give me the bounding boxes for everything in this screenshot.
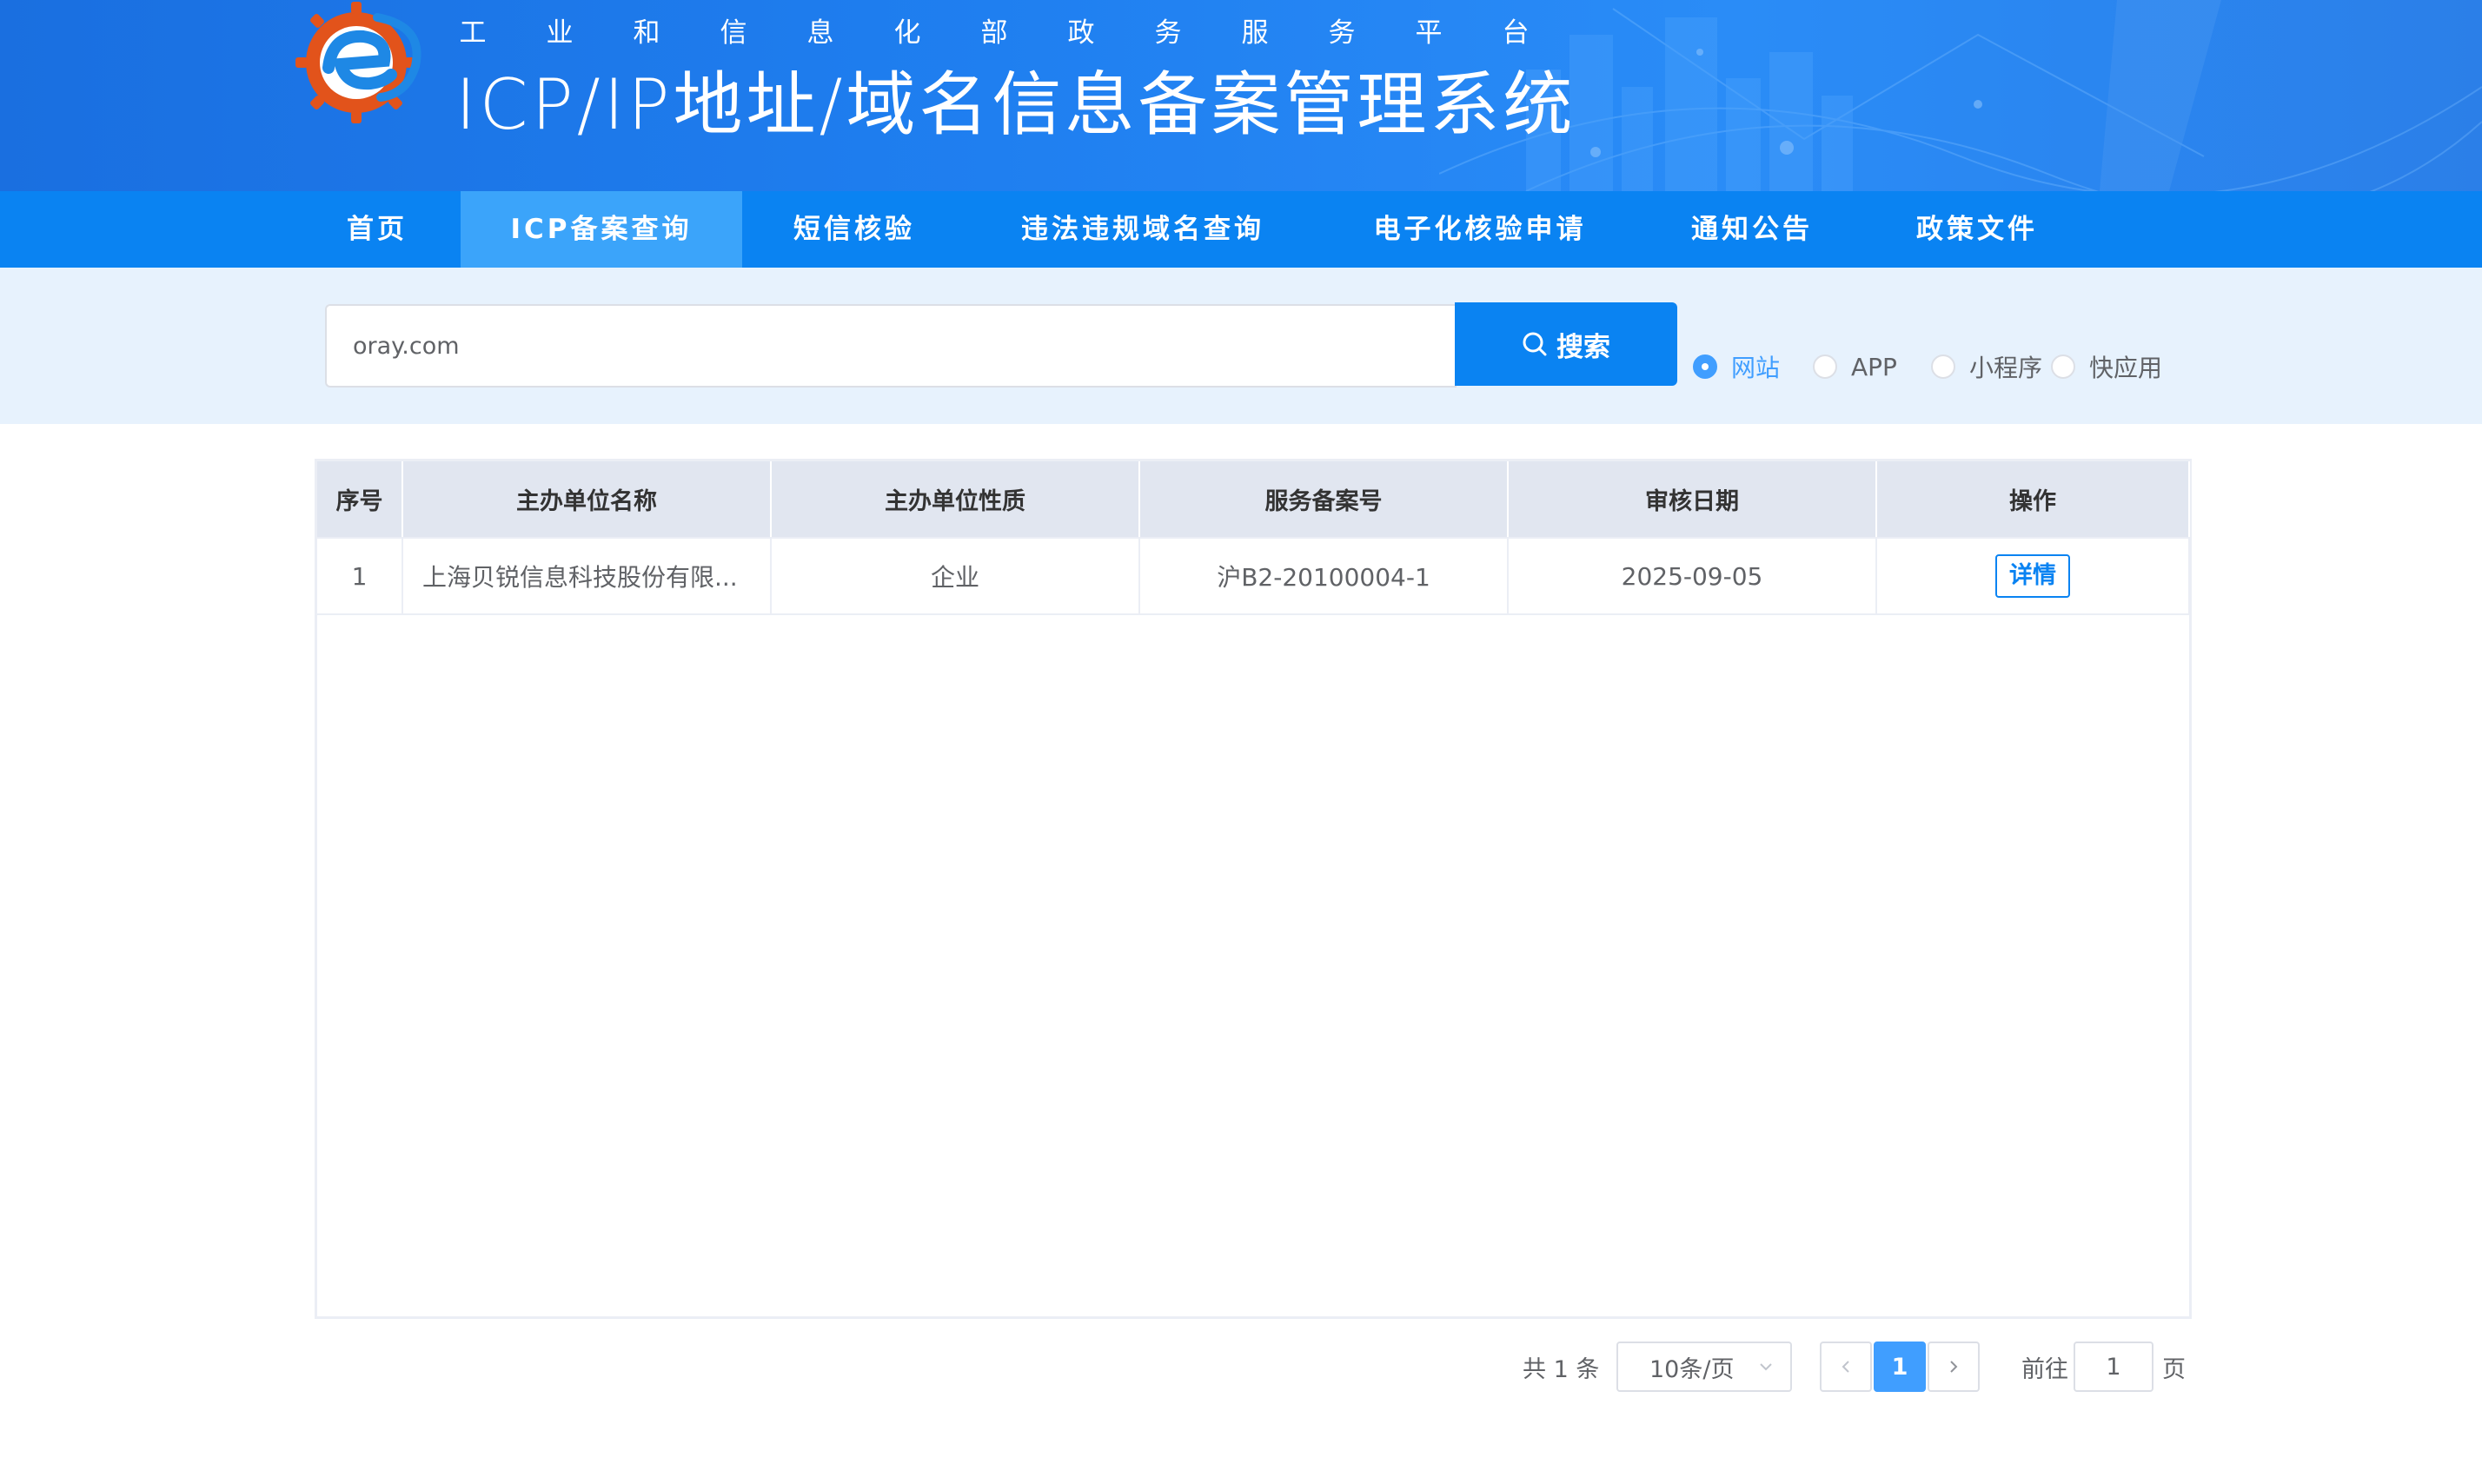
radio-dot xyxy=(1813,354,1837,379)
miit-logo xyxy=(295,2,421,123)
column-header: 审核日期 xyxy=(1508,461,1877,539)
subtitle-char: 化 xyxy=(893,17,921,49)
nav-item-illegal-domain-query[interactable]: 违法违规域名查询 xyxy=(973,191,1312,268)
subtitle-char: 服 xyxy=(1241,17,1269,49)
results-table: 序号 主办单位名称 主办单位性质 服务备案号 审核日期 操作 1 上海贝锐信息科… xyxy=(315,459,2192,1319)
chevron-left-icon xyxy=(1842,1361,1849,1373)
goto-prefix: 前往 xyxy=(2021,1355,2068,1383)
nav-item-home[interactable]: 首页 xyxy=(311,191,443,268)
subtitle-char: 业 xyxy=(546,17,574,49)
next-page-button[interactable] xyxy=(1928,1342,1980,1392)
nav-item-sms-verify[interactable]: 短信核验 xyxy=(760,191,949,268)
column-header: 服务备案号 xyxy=(1139,461,1509,539)
page-size-value: 10条/页 xyxy=(1649,1355,1735,1383)
header-subtitle: 工 业 和 信 息 化 部 政 务 服 务 平 台 xyxy=(455,10,1533,49)
radio-label: 快应用 xyxy=(2089,354,2163,382)
subtitle-char: 息 xyxy=(806,17,834,49)
search-icon xyxy=(1523,332,1547,356)
cell-org-name: 上海贝锐信息科技股份有限... xyxy=(402,538,772,615)
search-button-label: 搜索 xyxy=(1556,331,1610,362)
page-size-select[interactable]: 10条/页 xyxy=(1616,1342,1792,1392)
column-header: 主办单位名称 xyxy=(402,461,772,539)
chevron-right-icon xyxy=(1950,1361,1958,1373)
page-number-button[interactable]: 1 xyxy=(1874,1342,1926,1392)
subtitle-char: 工 xyxy=(459,17,487,49)
nav-item-icp-query[interactable]: ICP备案查询 xyxy=(461,191,742,268)
subtitle-char: 信 xyxy=(720,17,747,49)
cell-action: 详情 xyxy=(1876,538,2190,615)
column-header: 操作 xyxy=(1876,461,2190,539)
cell-org-type: 企业 xyxy=(771,538,1140,615)
pagination-total: 共 1 条 xyxy=(1523,1355,1600,1383)
nav-item-notices[interactable]: 通知公告 xyxy=(1649,191,1855,268)
detail-button[interactable]: 详情 xyxy=(1995,554,2070,598)
city-skyline-decoration xyxy=(1439,0,2482,191)
radio-label: 小程序 xyxy=(1969,354,2043,382)
search-input[interactable] xyxy=(325,304,1457,388)
goto-page-input[interactable] xyxy=(2074,1342,2154,1392)
subtitle-char: 政 xyxy=(1067,17,1095,49)
radio-label: 网站 xyxy=(1731,354,1781,382)
subtitle-char: 平 xyxy=(1415,17,1443,49)
radio-quickapp[interactable]: 快应用 xyxy=(2051,348,2162,386)
subtitle-char: 务 xyxy=(1328,17,1356,49)
subtitle-char: 和 xyxy=(633,17,660,49)
subtitle-char: 台 xyxy=(1502,17,1530,49)
subtitle-char: 务 xyxy=(1154,17,1182,49)
nav-item-e-verify-apply[interactable]: 电子化核验申请 xyxy=(1345,191,1615,268)
column-header: 主办单位性质 xyxy=(771,461,1140,539)
radio-miniprogram[interactable]: 小程序 xyxy=(1931,348,2042,386)
prev-page-button[interactable] xyxy=(1820,1342,1872,1392)
cell-index: 1 xyxy=(317,538,403,615)
main-nav: 首页 ICP备案查询 短信核验 违法违规域名查询 电子化核验申请 通知公告 政策… xyxy=(0,191,2482,268)
site-header: 工 业 和 信 息 化 部 政 务 服 务 平 台 ICP/IP地址/域名信息备… xyxy=(0,0,2482,191)
radio-dot xyxy=(2051,354,2075,379)
search-button[interactable]: 搜索 xyxy=(1455,302,1677,386)
radio-label: APP xyxy=(1851,352,1897,381)
column-header: 序号 xyxy=(317,461,403,539)
cell-license: 沪B2-20100004-1 xyxy=(1139,538,1509,615)
radio-dot xyxy=(1693,354,1717,379)
nav-item-policy-docs[interactable]: 政策文件 xyxy=(1877,191,2077,268)
radio-dot xyxy=(1931,354,1955,379)
subtitle-char: 部 xyxy=(980,17,1008,49)
goto-suffix: 页 xyxy=(2162,1355,2186,1383)
cell-date: 2025-09-05 xyxy=(1508,538,1877,615)
page-title: ICP/IP地址/域名信息备案管理系统 xyxy=(455,64,1576,145)
table-row: 1 上海贝锐信息科技股份有限... 企业 沪B2-20100004-1 2025… xyxy=(317,538,2190,615)
radio-website[interactable]: 网站 xyxy=(1693,348,1780,386)
table-header-row: 序号 主办单位名称 主办单位性质 服务备案号 审核日期 操作 xyxy=(317,461,2190,539)
chevron-down-icon xyxy=(1760,1363,1772,1371)
radio-app[interactable]: APP xyxy=(1813,348,1897,386)
